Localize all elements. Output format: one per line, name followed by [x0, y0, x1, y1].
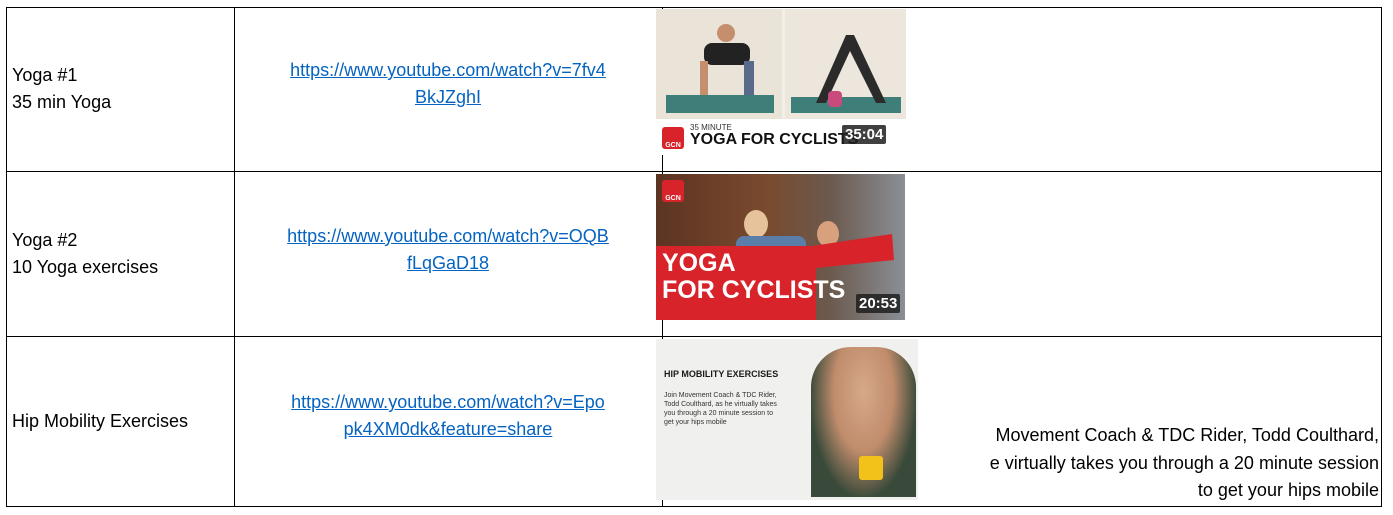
video-link[interactable]: https://www.youtube.com/watch?v=Epo pk4X… [240, 389, 656, 443]
table-row-url: https://www.youtube.com/watch?v=7fv4 BkJ… [234, 7, 662, 171]
video-link-line: https://www.youtube.com/watch?v=Epo [291, 392, 605, 412]
table-row-url: https://www.youtube.com/watch?v=OQB fLqG… [234, 171, 662, 336]
video-thumbnail[interactable]: HIP MOBILITY EXERCISES Join Movement Coa… [656, 339, 918, 500]
row-name-line: 35 min Yoga [12, 92, 112, 112]
person-silhouette [700, 24, 754, 95]
duration-badge: 20:53 [856, 294, 901, 313]
video-link-line: https://www.youtube.com/watch?v=OQB [287, 225, 609, 246]
video-link-line: https://www.youtube.com/watch?v=7fv4 [290, 60, 606, 80]
video-link-line: pk4XM0dk&feature=share [343, 419, 553, 439]
video-link[interactable]: https://www.youtube.com/watch?v=7fv4 BkJ… [240, 57, 656, 111]
thumbnail-body-text: Join Movement Coach & TDC Rider, Todd Co… [664, 392, 777, 426]
thumbnail-title-line: FOR CYCLISTS [662, 276, 846, 304]
tdc-badge-icon [859, 456, 883, 480]
thumbnail-title-line: YOGA [662, 249, 736, 277]
row-description-line: to get your hips mobile [1197, 480, 1379, 500]
table-row-url: https://www.youtube.com/watch?v=Epo pk4X… [234, 336, 662, 506]
row-description-line: e virtually takes you through a 20 minut… [989, 453, 1379, 473]
gcn-logo: GCN [662, 127, 684, 149]
duration-badge: 35:04 [842, 125, 887, 144]
gcn-logo: GCN [662, 180, 684, 202]
row-name-line: Yoga #1 [12, 65, 78, 85]
video-link[interactable]: https://www.youtube.com/watch?v=OQB fLqG… [240, 223, 656, 277]
table-row-name: Yoga #1 35 min Yoga [6, 7, 234, 171]
row-name-line: 10 Yoga exercises [12, 256, 159, 277]
table-row-name: Yoga #2 10 Yoga exercises [6, 171, 234, 336]
row-name-line: Hip Mobility Exercises [12, 410, 189, 431]
table-row-name: Hip Mobility Exercises [6, 336, 234, 506]
caption-big: YOGA FOR CYCLISTS [690, 131, 859, 148]
video-link-line: BkJZghI [414, 87, 482, 107]
thumbnail-title: YOGA FOR CYCLISTS [662, 250, 845, 304]
row-name-line: Yoga #2 [12, 229, 78, 250]
video-thumbnail[interactable]: GCN YOGA FOR CYCLISTS 20:53 [656, 174, 905, 320]
thumbnail-heading: HIP MOBILITY EXERCISES [664, 369, 779, 379]
video-link-line: fLqGaD18 [406, 252, 490, 273]
row-description-line: Movement Coach & TDC Rider, Todd Coultha… [995, 425, 1379, 445]
row-divider [6, 506, 1382, 507]
column-divider [1381, 7, 1382, 507]
video-thumbnail[interactable]: GCN 35 MINUTE YOGA FOR CYCLISTS 35:04 [656, 9, 906, 155]
person-silhouette [816, 35, 886, 107]
